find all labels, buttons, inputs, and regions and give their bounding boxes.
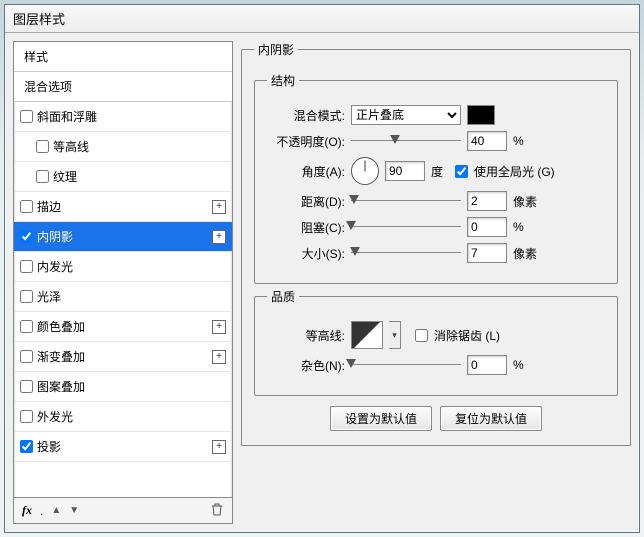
blend-mode-label: 混合模式:: [267, 107, 345, 124]
shadow-color-swatch[interactable]: [467, 105, 495, 125]
fx-icon[interactable]: fx: [22, 503, 32, 518]
sidebar-item-label: 渐变叠加: [37, 348, 212, 365]
checkbox-texture[interactable]: [36, 170, 49, 183]
structure-legend: 结构: [267, 72, 299, 89]
blend-mode-select[interactable]: 正片叠底: [351, 105, 461, 125]
panel-title: 内阴影: [254, 41, 298, 58]
choke-input[interactable]: [467, 217, 507, 237]
default-buttons: 设置为默认值 复位为默认值: [254, 406, 618, 431]
dot-sep: .: [40, 504, 43, 518]
checkbox-drop-shadow[interactable]: [20, 440, 33, 453]
checkbox-gradient-overlay[interactable]: [20, 350, 33, 363]
size-slider[interactable]: [351, 246, 461, 260]
noise-unit: %: [513, 358, 545, 372]
sidebar-item-pattern-overlay[interactable]: 图案叠加: [14, 372, 232, 402]
sidebar-item-label: 外发光: [37, 408, 226, 425]
sidebar-item-label: 内发光: [37, 258, 226, 275]
quality-legend: 品质: [267, 288, 299, 305]
set-default-button[interactable]: 设置为默认值: [330, 406, 432, 431]
styles-sidebar: 样式 混合选项 斜面和浮雕 等高线 纹理 描边 +: [13, 41, 233, 524]
antialias-label: 消除锯齿 (L): [434, 327, 500, 344]
sidebar-item-label: 颜色叠加: [37, 318, 212, 335]
dialog-content: 样式 混合选项 斜面和浮雕 等高线 纹理 描边 +: [5, 33, 639, 532]
sidebar-item-outer-glow[interactable]: 外发光: [14, 402, 232, 432]
checkbox-inner-shadow[interactable]: [20, 230, 33, 243]
noise-input[interactable]: [467, 355, 507, 375]
sidebar-item-drop-shadow[interactable]: 投影 +: [14, 432, 232, 462]
sidebar-item-label: 纹理: [53, 168, 226, 185]
sidebar-item-inner-glow[interactable]: 内发光: [14, 252, 232, 282]
opacity-input[interactable]: [467, 131, 507, 151]
sidebar-item-label: 投影: [37, 438, 212, 455]
distance-unit: 像素: [513, 193, 545, 210]
panel-section: 内阴影 结构 混合模式: 正片叠底 不透明度(O): %: [241, 41, 631, 446]
sidebar-item-color-overlay[interactable]: 颜色叠加 +: [14, 312, 232, 342]
opacity-unit: %: [513, 134, 545, 148]
checkbox-contour[interactable]: [36, 140, 49, 153]
size-unit: 像素: [513, 245, 545, 262]
sidebar-header-styles[interactable]: 样式: [14, 42, 232, 72]
checkbox-stroke[interactable]: [20, 200, 33, 213]
sidebar-item-stroke[interactable]: 描边 +: [14, 192, 232, 222]
sidebar-item-bevel[interactable]: 斜面和浮雕: [14, 102, 232, 132]
sidebar-item-label: 斜面和浮雕: [37, 108, 226, 125]
plus-icon[interactable]: +: [212, 230, 226, 244]
arrow-down-icon[interactable]: ▼: [69, 505, 79, 516]
sidebar-item-gradient-overlay[interactable]: 渐变叠加 +: [14, 342, 232, 372]
sidebar-item-satin[interactable]: 光泽: [14, 282, 232, 312]
size-label: 大小(S):: [267, 245, 345, 262]
sidebar-item-label: 等高线: [53, 138, 226, 155]
window-title: 图层样式: [5, 5, 639, 33]
sidebar-item-texture[interactable]: 纹理: [14, 162, 232, 192]
checkbox-pattern-overlay[interactable]: [20, 380, 33, 393]
structure-group: 结构 混合模式: 正片叠底 不透明度(O): % 角度(A):: [254, 72, 618, 284]
noise-label: 杂色(N):: [267, 357, 345, 374]
global-light-checkbox[interactable]: [455, 165, 468, 178]
chevron-down-icon[interactable]: ▾: [389, 321, 401, 349]
checkbox-satin[interactable]: [20, 290, 33, 303]
sidebar-item-label: 内阴影: [37, 228, 212, 245]
checkbox-bevel[interactable]: [20, 110, 33, 123]
trash-icon[interactable]: [210, 502, 224, 519]
distance-label: 距离(D):: [267, 193, 345, 210]
opacity-slider[interactable]: [351, 134, 461, 148]
plus-icon[interactable]: +: [212, 320, 226, 334]
plus-icon[interactable]: +: [212, 350, 226, 364]
distance-slider[interactable]: [351, 194, 461, 208]
angle-dial[interactable]: [351, 157, 379, 185]
angle-input[interactable]: [385, 161, 425, 181]
checkbox-outer-glow[interactable]: [20, 410, 33, 423]
settings-panel: 内阴影 结构 混合模式: 正片叠底 不透明度(O): %: [241, 41, 631, 524]
angle-unit: 度: [431, 163, 443, 180]
contour-swatch[interactable]: [351, 321, 383, 349]
contour-label: 等高线:: [267, 327, 345, 344]
distance-input[interactable]: [467, 191, 507, 211]
choke-unit: %: [513, 220, 545, 234]
sidebar-item-label: 描边: [37, 198, 212, 215]
choke-label: 阻塞(C):: [267, 219, 345, 236]
layer-style-dialog: 图层样式 样式 混合选项 斜面和浮雕 等高线 纹理: [4, 4, 640, 533]
antialias-checkbox[interactable]: [415, 329, 428, 342]
sidebar-item-label: 图案叠加: [37, 378, 226, 395]
sidebar-header-blend[interactable]: 混合选项: [14, 72, 232, 102]
choke-slider[interactable]: [351, 220, 461, 234]
global-light-label: 使用全局光 (G): [474, 163, 555, 180]
sidebar-footer: fx . ▲ ▼: [14, 497, 232, 523]
quality-group: 品质 等高线: ▾ 消除锯齿 (L) 杂色(N): %: [254, 288, 618, 396]
checkbox-inner-glow[interactable]: [20, 260, 33, 273]
size-input[interactable]: [467, 243, 507, 263]
sidebar-item-contour[interactable]: 等高线: [14, 132, 232, 162]
sidebar-item-inner-shadow[interactable]: 内阴影 +: [14, 222, 232, 252]
angle-label: 角度(A):: [267, 163, 345, 180]
plus-icon[interactable]: +: [212, 200, 226, 214]
style-list: 样式 混合选项 斜面和浮雕 等高线 纹理 描边 +: [14, 42, 232, 497]
noise-slider[interactable]: [351, 358, 461, 372]
arrow-up-icon[interactable]: ▲: [51, 505, 61, 516]
checkbox-color-overlay[interactable]: [20, 320, 33, 333]
sidebar-item-label: 光泽: [37, 288, 226, 305]
opacity-label: 不透明度(O):: [267, 133, 345, 150]
reset-default-button[interactable]: 复位为默认值: [440, 406, 542, 431]
plus-icon[interactable]: +: [212, 440, 226, 454]
